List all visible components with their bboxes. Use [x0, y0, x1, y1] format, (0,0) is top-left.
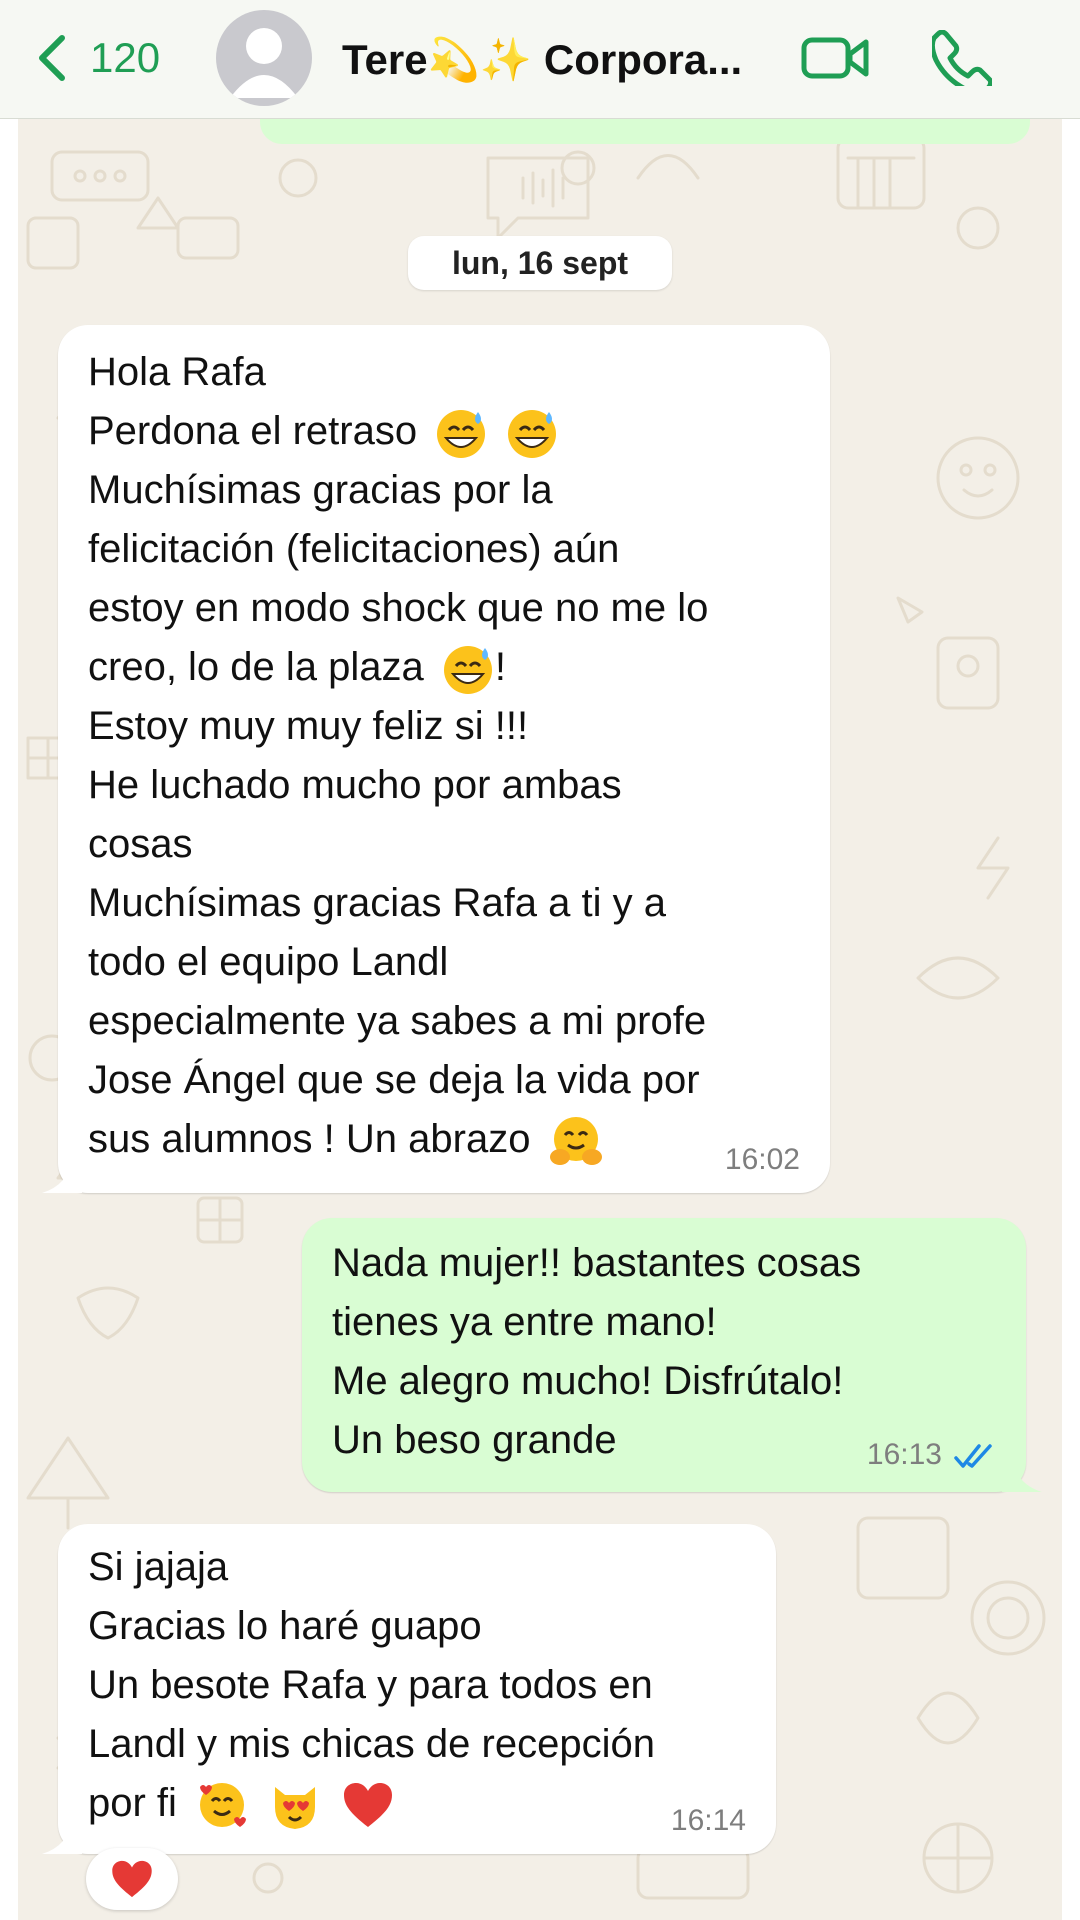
hugging-face-emoji	[548, 1113, 604, 1169]
incoming-message-bubble[interactable]: Hola Rafa Perdona el retraso Muchísimas …	[42, 325, 830, 1193]
contact-avatar[interactable]	[216, 10, 312, 106]
message-line: estoy en modo shock que no me lo	[88, 586, 709, 630]
video-call-icon[interactable]	[800, 30, 872, 86]
unread-count: 120	[90, 34, 161, 81]
smiling-face-with-hearts-emoji	[194, 1777, 250, 1833]
message-line: sus alumnos ! Un abrazo	[88, 1110, 604, 1169]
message-line: Me alegro mucho! Disfrútalo!	[332, 1359, 844, 1403]
heart-eyes-cat-emoji	[267, 1777, 323, 1833]
red-heart-emoji	[340, 1777, 396, 1833]
message-line: Un beso grande	[332, 1418, 617, 1462]
message-line: Un besote Rafa y para todos en	[88, 1663, 653, 1707]
message-line: todo el equipo Landl	[88, 940, 449, 984]
bubble-tail	[42, 1820, 82, 1854]
message-line: felicitación (felicitaciones) aún	[88, 527, 620, 571]
back-button[interactable]: 120	[34, 26, 160, 90]
message-reaction[interactable]	[86, 1848, 178, 1910]
grinning-sweat-emoji	[441, 642, 495, 696]
outgoing-message-bubble[interactable]: Nada mujer!! bastantes cosas tienes ya e…	[302, 1218, 1042, 1492]
message-line: por fi	[88, 1774, 396, 1833]
message-line: Estoy muy muy feliz si !!!	[88, 704, 529, 748]
message-line: Si jajaja	[88, 1545, 229, 1589]
message-line: Muchísimas gracias por la	[88, 468, 553, 512]
date-separator: lun, 16 sept	[408, 236, 672, 290]
message-time: 16:02	[724, 1143, 800, 1176]
phone-call-icon[interactable]	[932, 30, 992, 86]
bubble-tail	[42, 1159, 82, 1193]
message-line: Muchísimas gracias Rafa a ti y a	[88, 881, 666, 925]
grinning-sweat-emoji	[434, 406, 488, 460]
contact-name[interactable]: Tere💫✨ Corpora...	[342, 32, 772, 88]
message-line: tienes ya entre mano!	[332, 1300, 717, 1344]
message-line: Hola Rafa	[88, 350, 266, 394]
back-chevron-icon	[39, 35, 65, 81]
message-line: Gracias lo haré guapo	[88, 1604, 482, 1648]
bubble-tail	[1002, 1458, 1042, 1492]
read-receipt-icon	[954, 1444, 992, 1468]
message-line: He luchado mucho por ambas	[88, 763, 622, 807]
message-line: Jose Ángel que se deja la vida por	[88, 1058, 700, 1102]
message-line: Nada mujer!! bastantes cosas	[332, 1241, 862, 1285]
avatar-placeholder-icon	[230, 28, 298, 98]
chat-header: 120 Tere💫✨ Corpora...	[0, 0, 1080, 119]
message-line: especialmente ya sabes a mi profe	[88, 999, 707, 1043]
message-time: 16:14	[670, 1804, 746, 1837]
message-line: Landl y mis chicas de recepción	[88, 1722, 655, 1766]
previous-message-bubble[interactable]	[260, 118, 1030, 144]
red-heart-emoji	[112, 1860, 152, 1898]
message-time: 16:13	[866, 1438, 942, 1471]
message-line: cosas	[88, 822, 193, 866]
message-line: Perdona el retraso	[88, 402, 559, 461]
grinning-sweat-emoji	[505, 406, 559, 460]
incoming-message-bubble[interactable]: Si jajaja Gracias lo haré guapo Un besot…	[42, 1524, 776, 1854]
message-line: creo, lo de la plaza !	[88, 638, 506, 697]
